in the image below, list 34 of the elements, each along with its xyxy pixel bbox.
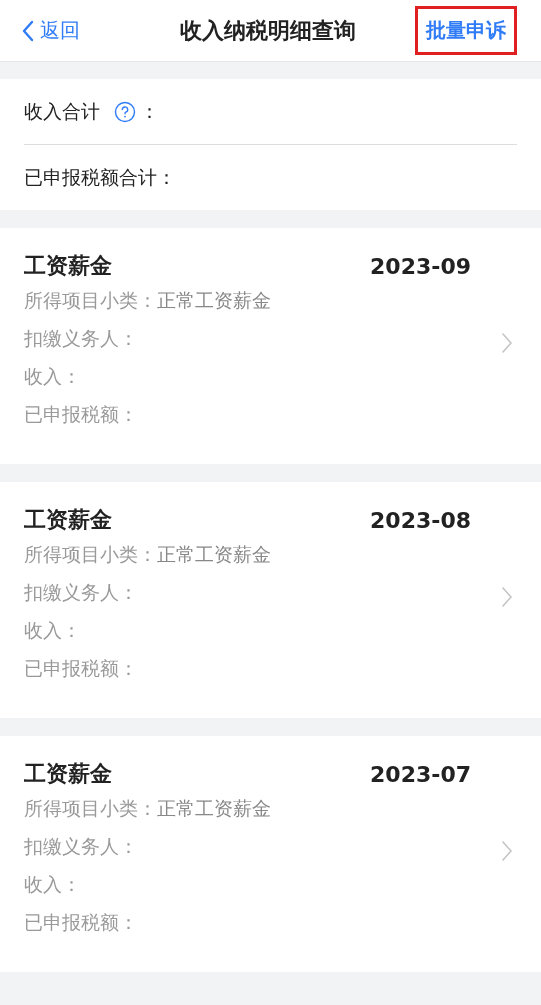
field-label: 已申报税额： bbox=[24, 656, 138, 681]
summary-label: 已申报税额合计： bbox=[24, 164, 176, 190]
field-label: 收入： bbox=[24, 618, 81, 643]
field-label: 已申报税额： bbox=[24, 402, 138, 427]
field-label: 已申报税额： bbox=[24, 910, 138, 935]
income-record-card[interactable]: 工资薪金 2023-08 所得项目小类：正常工资薪金 扣缴义务人： 收入： 已申报税额： bbox=[0, 482, 541, 718]
field-label: 扣缴义务人： bbox=[24, 834, 138, 859]
field-label: 所得项目小类： bbox=[24, 796, 157, 821]
page-title: 收入纳税明细查询 bbox=[179, 16, 356, 45]
income-record-card[interactable]: 工资薪金 2023-09 所得项目小类：正常工资薪金 扣缴义务人： 收入： 已申报税额： bbox=[0, 228, 541, 464]
field-label: 收入： bbox=[24, 364, 81, 389]
period-date: 2023-09 bbox=[370, 253, 471, 279]
field-label: 扣缴义务人： bbox=[24, 580, 138, 605]
income-type: 工资薪金 bbox=[24, 506, 112, 534]
back-button[interactable]: 返回 bbox=[22, 17, 80, 44]
field-value: 正常工资薪金 bbox=[157, 288, 271, 313]
field-label: 收入： bbox=[24, 872, 81, 897]
field-value: 正常工资薪金 bbox=[157, 796, 271, 821]
field-value: 正常工资薪金 bbox=[157, 542, 271, 567]
chevron-right-icon bbox=[501, 840, 513, 862]
income-record-card[interactable]: 工资薪金 2023-07 所得项目小类：正常工资薪金 扣缴义务人： 收入： 已申报税额： bbox=[0, 736, 541, 972]
field-label: 扣缴义务人： bbox=[24, 326, 138, 351]
period-date: 2023-08 bbox=[370, 507, 471, 533]
chevron-right-icon bbox=[501, 332, 513, 354]
summary-label: 收入合计 bbox=[24, 98, 100, 124]
help-icon[interactable] bbox=[114, 100, 136, 123]
income-type: 工资薪金 bbox=[24, 760, 112, 788]
colon: ： bbox=[140, 98, 159, 124]
period-date: 2023-07 bbox=[370, 761, 471, 787]
batch-appeal-button[interactable]: 批量申诉 bbox=[415, 6, 517, 55]
field-label: 所得项目小类： bbox=[24, 288, 157, 313]
income-type: 工资薪金 bbox=[24, 252, 112, 280]
field-label: 所得项目小类： bbox=[24, 542, 157, 567]
chevron-right-icon bbox=[501, 586, 513, 608]
